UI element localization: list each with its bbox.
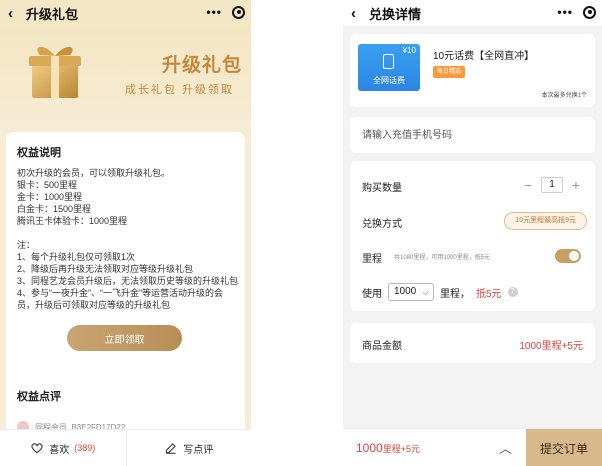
page-title: 兑换详情 — [369, 6, 422, 22]
benefit-line: 白金卡：1500里程 — [17, 204, 92, 214]
use-miles-row: 使用 1000 ⌵ 里程， 抵5元 ? — [362, 283, 518, 301]
options-card: 购买数量 − 1 + 兑换方式 10元里程最高抵9元 里程 共1080里程，可用… — [350, 161, 595, 311]
write-review-button[interactable]: 写点评 — [125, 430, 252, 466]
use-unit: 里程， — [440, 288, 470, 300]
note-line: 1、每个升级礼包仅可领取1次 — [17, 252, 136, 262]
benefit-line: 金卡：1000里程 — [17, 192, 83, 202]
miles-hint: 共1080里程，可用1000里程，抵5元 — [394, 255, 491, 261]
close-capsule-icon[interactable] — [583, 5, 596, 19]
benefit-line: 银卡：500里程 — [17, 180, 78, 190]
heart-icon — [31, 443, 43, 454]
navbar-left: ‹ 升级礼包 ••• — [0, 0, 251, 26]
use-label: 使用 — [362, 288, 382, 300]
amount-value: 1000里程+5元 — [519, 341, 583, 352]
help-icon[interactable]: ? — [507, 287, 518, 297]
back-icon[interactable]: ‹ — [351, 6, 363, 21]
page-title: 升级礼包 — [26, 6, 79, 22]
like-label: 喜欢 — [49, 444, 70, 456]
miles-select-value: 1000 — [394, 286, 417, 297]
limit-prefix: 本次最多兑换 — [541, 93, 578, 99]
miles-label: 里程 — [362, 254, 382, 265]
notes-title: 注： — [17, 240, 36, 250]
benefit-line: 腾讯王卡体验卡：1000里程 — [17, 216, 128, 226]
miles-toggle[interactable] — [555, 249, 581, 263]
total-price: 1000里程+5元 — [356, 441, 420, 455]
decrease-button[interactable]: − — [521, 178, 535, 192]
like-count: (389) — [74, 443, 96, 453]
bottom-bar-right: 1000里程+5元 ︿ 提交订单 — [343, 428, 602, 466]
more-icon[interactable]: ••• — [557, 5, 573, 19]
back-icon[interactable]: ‹ — [8, 6, 20, 21]
method-label: 兑换方式 — [362, 219, 402, 230]
exchange-method-chip[interactable]: 10元里程最高抵9元 — [504, 212, 587, 230]
voucher-image: ¥10 全网话费 — [358, 44, 420, 91]
reviews-title: 权益点评 — [17, 391, 61, 403]
banner-subtitle: 成长礼包 升级领取 — [125, 84, 235, 96]
exchange-limit: 本次最多兑换1个 — [542, 90, 587, 99]
increase-button[interactable]: + — [569, 178, 583, 192]
more-icon[interactable]: ••• — [206, 5, 222, 19]
amount-card: 商品金额 1000里程+5元 — [350, 323, 595, 363]
product-card: ¥10 全网话费 10元话费【全网直冲】 每日精选 本次最多兑换1个 — [350, 34, 595, 107]
close-capsule-icon[interactable] — [232, 5, 245, 19]
daily-pick-badge: 每日精选 — [433, 66, 466, 78]
miniprogram-capsule: ••• — [557, 3, 596, 21]
phone-number-input[interactable] — [362, 117, 582, 153]
banner-title: 升级礼包 — [162, 55, 243, 76]
quantity-value[interactable]: 1 — [541, 177, 563, 193]
claim-button[interactable]: 立即领取 — [67, 325, 182, 351]
navbar-right: ‹ 兑换详情 ••• — [343, 0, 602, 26]
note-line: 2、降级后再升级无法领取对应等级升级礼包 — [17, 264, 194, 274]
phone-icon — [383, 54, 394, 69]
upgrade-gift-screen: ‹ 升级礼包 ••• 升级礼包 成长礼包 升级领取 权益说明 初次升级的会员，可… — [0, 0, 251, 466]
miniprogram-capsule: ••• — [206, 3, 245, 21]
amount-label: 商品金额 — [362, 341, 402, 352]
note-line: 4、参与“一夜升金”、“一飞升金”等运营活动升级的会员，升级后可领取对应等级的升… — [17, 288, 223, 310]
chevron-up-icon[interactable]: ︿ — [499, 438, 512, 457]
submit-order-button[interactable]: 提交订单 — [526, 429, 602, 466]
voucher-label: 全网话费 — [373, 76, 405, 85]
limit-suffix: 个 — [580, 93, 587, 99]
deduct-amount: 抵5元 — [476, 288, 502, 300]
product-name: 10元话费【全网直冲】 — [433, 51, 535, 62]
voucher-amount: ¥10 — [402, 46, 416, 55]
benefit-line: 初次升级的会员，可以领取升级礼包。 — [17, 168, 171, 178]
miles-select[interactable]: 1000 ⌵ — [388, 283, 434, 301]
write-review-label: 写点评 — [183, 444, 214, 456]
exchange-detail-screen: ‹ 兑换详情 ••• ¥10 全网话费 10元话费【全网直冲】 每日精选 本次最… — [343, 0, 602, 466]
quantity-label: 购买数量 — [362, 183, 402, 194]
total-rest: 里程+5元 — [382, 444, 420, 454]
benefits-card: 权益说明 初次升级的会员，可以领取升级礼包。 银卡：500里程 金卡：1000里… — [6, 132, 245, 466]
like-button[interactable]: 喜欢 (389) — [0, 430, 126, 466]
total-main: 1000 — [356, 441, 383, 455]
quantity-stepper: − 1 + — [521, 177, 583, 193]
chevron-down-icon: ⌵ — [422, 287, 429, 297]
edit-icon — [166, 443, 177, 454]
benefits-title: 权益说明 — [17, 147, 61, 159]
benefits-text: 初次升级的会员，可以领取升级礼包。 银卡：500里程 金卡：1000里程 白金卡… — [17, 167, 239, 311]
note-line: 3、同程艺龙会员升级后，无法领取历史等级的升级礼包 — [17, 276, 239, 286]
bottom-bar-left: 喜欢 (389) 写点评 — [0, 429, 251, 466]
gift-box-icon — [29, 46, 81, 98]
banner: 升级礼包 成长礼包 升级领取 — [0, 26, 251, 134]
phone-card — [350, 117, 595, 153]
